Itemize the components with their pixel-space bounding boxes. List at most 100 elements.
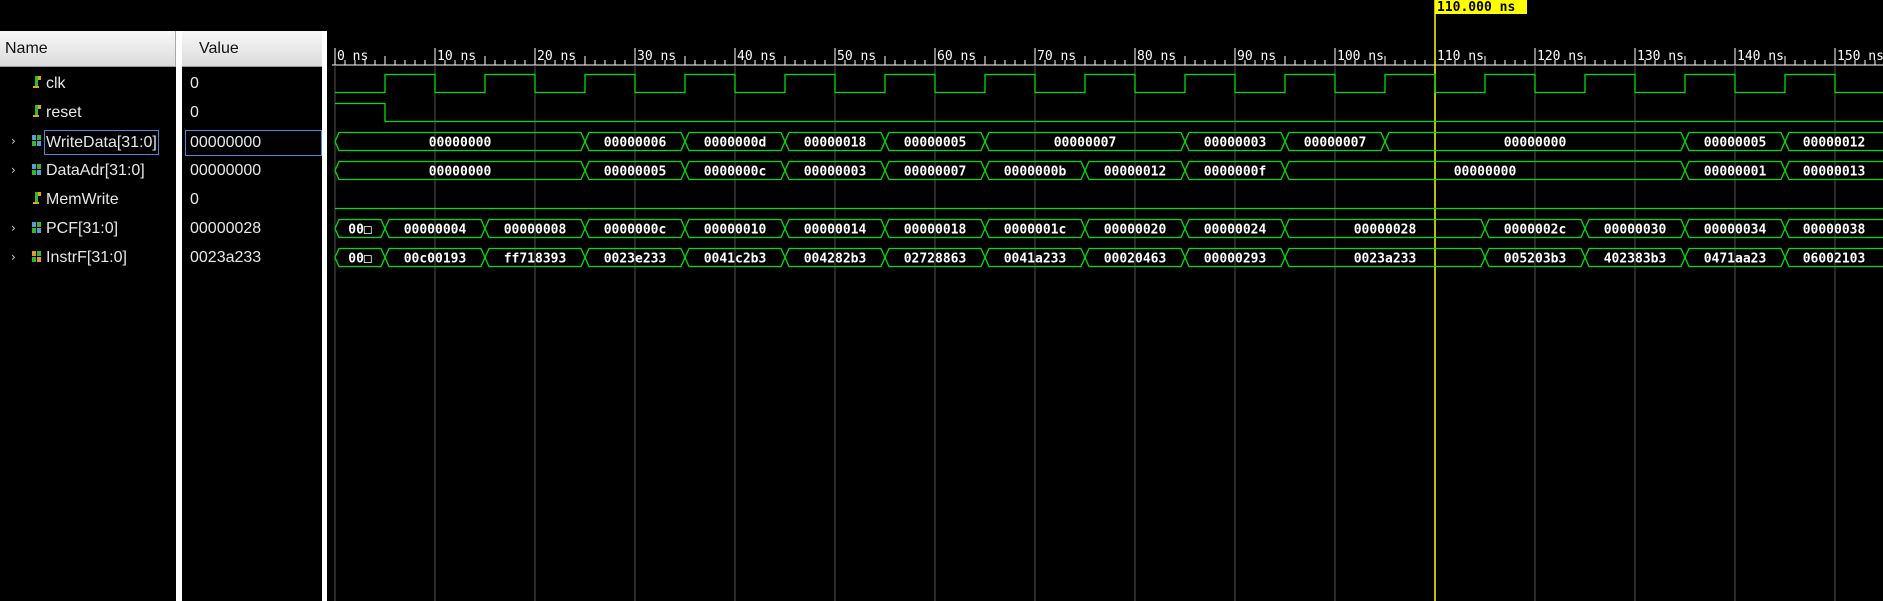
instrf-segment-value: 0041a233 (1004, 252, 1067, 267)
instrf-segment-value: 00c00193 (404, 252, 467, 267)
signal-name[interactable]: PCF[31:0] (46, 214, 118, 243)
tick-label: 120 ns (1537, 49, 1584, 64)
instrf-segment-value: 0023a233 (1354, 252, 1417, 267)
tick-label: 40 ns (737, 49, 776, 64)
value-column-header[interactable]: Value (182, 31, 326, 67)
tick-label: 80 ns (1137, 49, 1176, 64)
writedata-segment-value: 00000018 (804, 136, 867, 151)
pcf-segment-value: 00000034 (1704, 223, 1767, 238)
signal-name[interactable]: MemWrite (46, 185, 119, 214)
pcf-segment-value: 00□ (348, 223, 372, 238)
signal-row-pcf[interactable]: › PCF[31:0] 00000028 (0, 214, 322, 243)
tick-label: 110 ns (1437, 49, 1484, 64)
signal-row-writedata[interactable]: › WriteData[31:0] 00000000 (0, 127, 322, 156)
instrf-segment-value: ff718393 (504, 252, 567, 267)
instrf-segment-value: 0471aa23 (1704, 252, 1767, 267)
pcf-segment-value: 0000001c (1004, 223, 1067, 238)
panel-divider[interactable] (322, 31, 327, 601)
writedata-segment-value: 00000007 (1304, 136, 1367, 151)
dataadr-segment-value: 0000000b (1004, 165, 1067, 180)
pcf-segment-value: 00000018 (904, 223, 967, 238)
tick-label: 90 ns (1237, 49, 1276, 64)
dataadr-segment-value: 00000007 (904, 165, 967, 180)
pcf-segment-value: 0000000c (604, 223, 667, 238)
signal-value: 00000000 (185, 130, 322, 156)
tick-label: 130 ns (1637, 49, 1684, 64)
signal-row-reset[interactable]: reset 0 (0, 98, 322, 127)
pcf-segment-value: 00000010 (704, 223, 767, 238)
tick-label: 50 ns (837, 49, 876, 64)
pcf-segment-value: 00000024 (1204, 223, 1267, 238)
signal-row-dataadr[interactable]: › DataAdr[31:0] 00000000 (0, 156, 322, 185)
pcf-segment-value: 00000038 (1803, 223, 1866, 238)
writedata-segment-value: 00000005 (1704, 136, 1767, 151)
signal-name[interactable]: DataAdr[31:0] (46, 156, 145, 185)
instrf-segment-value: 06002103 (1803, 252, 1866, 267)
signal-row-instrf[interactable]: › InstrF[31:0] 0023a233 (0, 243, 322, 272)
signal-row-clk[interactable]: clk 0 (0, 69, 322, 98)
tick-label: 20 ns (537, 49, 576, 64)
tick-label: 100 ns (1337, 49, 1384, 64)
dataadr-segment-value: 00000013 (1803, 165, 1866, 180)
instrf-segment-value: 402383b3 (1604, 252, 1667, 267)
instrf-segment-value: 02728863 (904, 252, 967, 267)
signal-value: 0 (190, 75, 199, 92)
dataadr-segment-value: 00000001 (1704, 165, 1767, 180)
dataadr-segment-value: 00000012 (1104, 165, 1167, 180)
signal-value: 00000028 (190, 220, 262, 237)
bus-signal-icon (30, 219, 46, 236)
signal-name[interactable]: InstrF[31:0] (46, 243, 127, 272)
writedata-segment-value: 00000007 (1054, 136, 1117, 151)
tick-label: 70 ns (1037, 49, 1076, 64)
clk-waveform (335, 73, 1883, 94)
dataadr-segment-value: 00000005 (604, 165, 667, 180)
dataadr-segment-value: 0000000f (1204, 165, 1267, 180)
expand-chevron-icon[interactable]: › (11, 134, 23, 148)
bit-signal-icon (30, 190, 46, 207)
instrf-segment-value: 00□ (348, 252, 372, 267)
signal-name[interactable]: WriteData[31:0] (44, 130, 159, 155)
writedata-segment-value: 00000000 (429, 136, 492, 151)
signal-panel-toolbar-area (0, 0, 326, 31)
pcf-segment-value: 00000028 (1354, 223, 1417, 238)
waveform-canvas[interactable]: 0 ns 10 ns 20 ns 30 ns 40 ns 50 ns 60 ns 70 ns 8… (332, 0, 1883, 601)
dataadr-segment-value: 00000000 (429, 165, 492, 180)
reset-waveform (335, 102, 1883, 123)
tick-label: 0 ns (337, 49, 368, 64)
signal-value: 0023a233 (190, 249, 262, 266)
writedata-segment-value: 0000000d (704, 136, 767, 151)
pcf-segment-value: 00000020 (1104, 223, 1167, 238)
signal-panel: Name Value clk 0 reset 0 › WriteData[31:0] 000… (0, 0, 327, 601)
instrf-segment-value: 004282b3 (804, 252, 867, 267)
writedata-segment-value: 00000006 (604, 136, 667, 151)
name-column-header[interactable]: Name (0, 31, 176, 67)
writedata-segment-value: 00000012 (1803, 136, 1866, 151)
instrf-segment-value: 0023e233 (604, 252, 667, 267)
tick-label: 150 ns (1837, 49, 1883, 64)
pcf-segment-value: 00000030 (1604, 223, 1667, 238)
instrf-segment-value: 005203b3 (1504, 252, 1567, 267)
pcf-segment-value: 00000004 (404, 223, 467, 238)
writedata-segment-value: 00000003 (1204, 136, 1267, 151)
pcf-segment-value: 0000002c (1504, 223, 1567, 238)
tick-label: 140 ns (1737, 49, 1784, 64)
signal-value: 00000000 (190, 162, 262, 179)
waveform-viewer[interactable]: 0 ns 10 ns 20 ns 30 ns 40 ns 50 ns 60 ns 70 ns 8… (332, 0, 1883, 601)
signal-name[interactable]: reset (46, 98, 82, 127)
dataadr-segment-value: 00000000 (1454, 165, 1517, 180)
tick-label: 10 ns (437, 49, 476, 64)
cursor-time-label: 110.000 ns (1437, 0, 1515, 15)
expand-chevron-icon[interactable]: › (11, 163, 23, 177)
instrf-segment-value: 0041c2b3 (704, 252, 767, 267)
writedata-segment-value: 00000000 (1504, 136, 1567, 151)
pcf-segment-value: 00000014 (804, 223, 867, 238)
tick-label: 60 ns (937, 49, 976, 64)
instrf-segment-value: 00020463 (1104, 252, 1167, 267)
signal-row-memwrite[interactable]: MemWrite 0 (0, 185, 322, 214)
instrf-segment-value: 00000293 (1204, 252, 1267, 267)
expand-chevron-icon[interactable]: › (11, 221, 23, 235)
tick-label: 30 ns (637, 49, 676, 64)
expand-chevron-icon[interactable]: › (11, 250, 23, 264)
signal-value: 0 (190, 104, 199, 121)
signal-name[interactable]: clk (46, 69, 66, 98)
